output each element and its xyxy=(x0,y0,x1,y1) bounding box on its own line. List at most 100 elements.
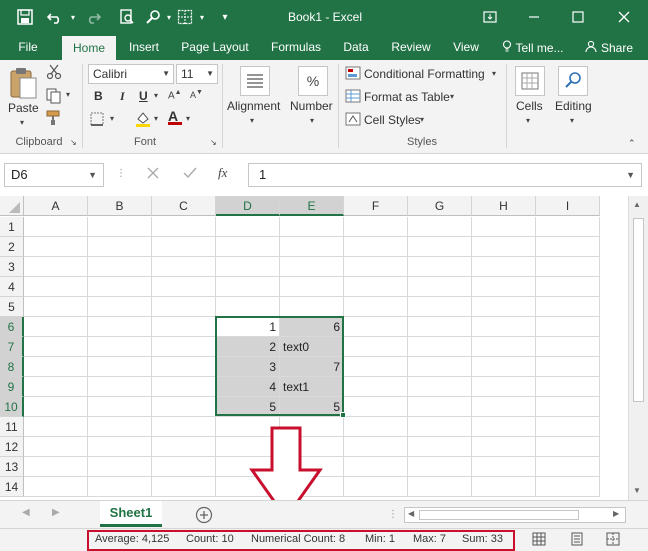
column-header-h[interactable]: H xyxy=(472,196,536,216)
row-header-12[interactable]: 12 xyxy=(0,437,24,457)
cell-f4[interactable] xyxy=(344,277,408,297)
status-min[interactable]: Min: 1 xyxy=(365,533,395,545)
cell-c9[interactable] xyxy=(152,377,216,397)
cell-i3[interactable] xyxy=(536,257,600,277)
cell-h9[interactable] xyxy=(472,377,536,397)
cell-i5[interactable] xyxy=(536,297,600,317)
cell-b14[interactable] xyxy=(88,477,152,497)
close-icon[interactable] xyxy=(612,6,636,28)
cell-g3[interactable] xyxy=(408,257,472,277)
cell-d6[interactable]: 1 xyxy=(216,317,280,337)
cell-b1[interactable] xyxy=(88,217,152,237)
cell-e10[interactable]: 5 xyxy=(280,397,344,417)
column-header-g[interactable]: G xyxy=(408,196,472,216)
alignment-icon[interactable] xyxy=(240,66,270,96)
undo-dropdown-icon[interactable]: ▾ xyxy=(64,8,82,26)
cell-g9[interactable] xyxy=(408,377,472,397)
cell-g11[interactable] xyxy=(408,417,472,437)
tell-me-box[interactable]: Tell me... xyxy=(496,36,570,60)
cell-i1[interactable] xyxy=(536,217,600,237)
normal-view-icon[interactable] xyxy=(532,532,546,549)
row-header-9[interactable]: 9 xyxy=(0,377,24,397)
cell-i7[interactable] xyxy=(536,337,600,357)
maximize-icon[interactable] xyxy=(566,6,590,28)
cell-e8[interactable]: 7 xyxy=(280,357,344,377)
cell-i13[interactable] xyxy=(536,457,600,477)
cell-c2[interactable] xyxy=(152,237,216,257)
cell-c10[interactable] xyxy=(152,397,216,417)
cell-f2[interactable] xyxy=(344,237,408,257)
row-header-11[interactable]: 11 xyxy=(0,417,24,437)
borders-dropdown-icon[interactable]: ▾ xyxy=(193,8,211,26)
italic-button[interactable]: I xyxy=(120,89,125,104)
cell-i6[interactable] xyxy=(536,317,600,337)
fill-color-dropdown-icon[interactable]: ▾ xyxy=(154,114,158,123)
tab-home[interactable]: Home xyxy=(62,36,116,60)
cell-c13[interactable] xyxy=(152,457,216,477)
customize-qat-icon[interactable]: ▾ xyxy=(216,8,234,26)
status-max[interactable]: Max: 7 xyxy=(413,533,446,545)
font-name-combo[interactable]: Calibri ▼ xyxy=(88,64,174,84)
copy-dropdown-icon[interactable]: ▾ xyxy=(66,90,70,99)
column-header-f[interactable]: F xyxy=(344,196,408,216)
cells-dropdown-icon[interactable]: ▾ xyxy=(526,116,530,125)
status-average[interactable]: Average: 4,125 xyxy=(95,533,169,545)
cell-styles-label[interactable]: Cell Styles xyxy=(364,113,421,127)
cell-b2[interactable] xyxy=(88,237,152,257)
page-layout-view-icon[interactable] xyxy=(570,532,584,549)
cell-g2[interactable] xyxy=(408,237,472,257)
cell-c14[interactable] xyxy=(152,477,216,497)
cell-h4[interactable] xyxy=(472,277,536,297)
cut-icon[interactable] xyxy=(46,64,62,83)
chevron-down-icon[interactable]: ▾ xyxy=(450,92,454,101)
row-header-4[interactable]: 4 xyxy=(0,277,24,297)
cell-f6[interactable] xyxy=(344,317,408,337)
undo-icon[interactable] xyxy=(46,8,64,26)
cell-i4[interactable] xyxy=(536,277,600,297)
cell-c1[interactable] xyxy=(152,217,216,237)
cell-d5[interactable] xyxy=(216,297,280,317)
cell-h13[interactable] xyxy=(472,457,536,477)
number-label[interactable]: Number xyxy=(290,99,333,113)
page-break-view-icon[interactable] xyxy=(606,532,620,549)
cell-a9[interactable] xyxy=(24,377,88,397)
cell-e5[interactable] xyxy=(280,297,344,317)
sheet-next-icon[interactable]: ▶ xyxy=(52,507,60,518)
cell-g6[interactable] xyxy=(408,317,472,337)
copy-icon[interactable] xyxy=(46,88,62,107)
cell-a5[interactable] xyxy=(24,297,88,317)
cell-f3[interactable] xyxy=(344,257,408,277)
cancel-icon[interactable] xyxy=(146,166,160,183)
cell-a10[interactable] xyxy=(24,397,88,417)
cell-h12[interactable] xyxy=(472,437,536,457)
cell-h11[interactable] xyxy=(472,417,536,437)
cell-b9[interactable] xyxy=(88,377,152,397)
row-header-2[interactable]: 2 xyxy=(0,237,24,257)
cell-a4[interactable] xyxy=(24,277,88,297)
bold-button[interactable]: B xyxy=(94,89,103,103)
cell-a11[interactable] xyxy=(24,417,88,437)
cell-b5[interactable] xyxy=(88,297,152,317)
cell-f14[interactable] xyxy=(344,477,408,497)
borders-icon[interactable] xyxy=(90,112,104,129)
borders-icon[interactable] xyxy=(176,8,194,26)
cell-e6[interactable]: 6 xyxy=(280,317,344,337)
cell-b13[interactable] xyxy=(88,457,152,477)
row-header-14[interactable]: 14 xyxy=(0,477,24,497)
save-icon[interactable] xyxy=(16,8,34,26)
cell-i9[interactable] xyxy=(536,377,600,397)
cell-f13[interactable] xyxy=(344,457,408,477)
format-as-table-icon[interactable] xyxy=(345,89,361,106)
cell-f5[interactable] xyxy=(344,297,408,317)
cell-g14[interactable] xyxy=(408,477,472,497)
cell-e4[interactable] xyxy=(280,277,344,297)
row-header-5[interactable]: 5 xyxy=(0,297,24,317)
row-header-7[interactable]: 7 xyxy=(0,337,24,357)
collapse-ribbon-icon[interactable]: ⌃ xyxy=(628,138,636,149)
cell-i8[interactable] xyxy=(536,357,600,377)
cell-c4[interactable] xyxy=(152,277,216,297)
cell-h5[interactable] xyxy=(472,297,536,317)
cell-a14[interactable] xyxy=(24,477,88,497)
scroll-right-icon[interactable]: ▶ xyxy=(613,509,619,518)
worksheet-grid[interactable]: ABCDEFGHI 1 2 3 4 5 6 1 6 7 2 text0 8 3 7 9 4 text1 10 5 5 1… xyxy=(0,196,628,520)
